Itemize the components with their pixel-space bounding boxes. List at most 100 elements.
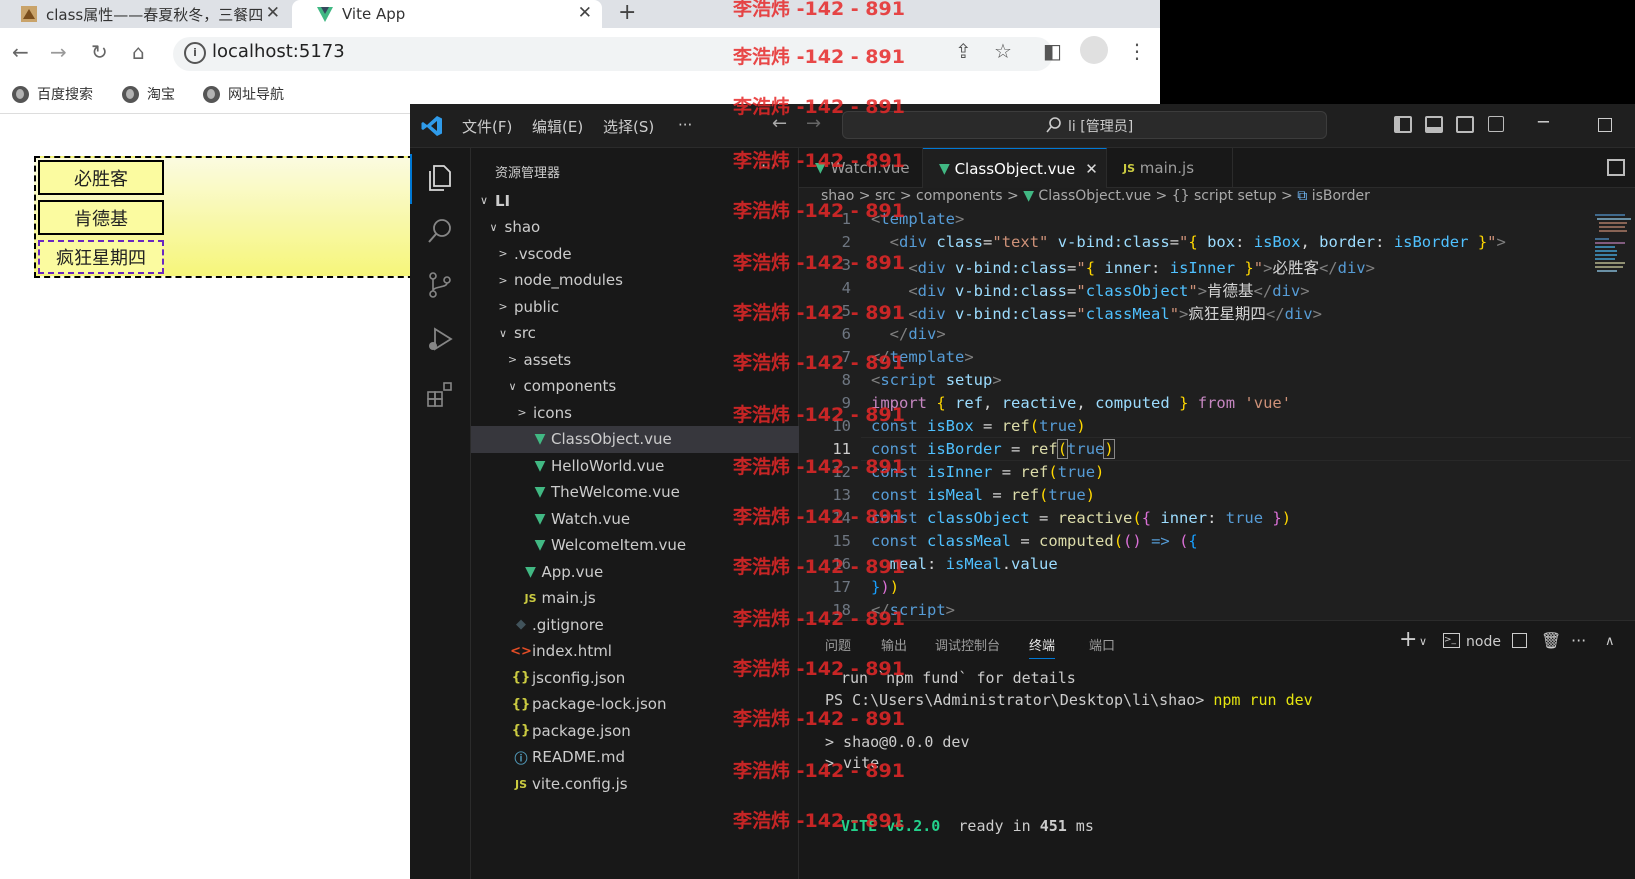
bookmark-taobao[interactable]: 淘宝 — [122, 84, 175, 104]
tab-close-icon[interactable]: ✕ — [266, 3, 280, 23]
split-terminal-icon[interactable] — [1512, 633, 1527, 648]
tree-item-label: main.js — [541, 589, 596, 607]
json-file-icon: {} — [511, 723, 531, 738]
more-actions-icon[interactable]: ··· — [1571, 631, 1586, 650]
tree-item-label: assets — [523, 350, 572, 369]
code-line: const classObject = reactive({ inner: tr… — [871, 509, 1292, 527]
minimize-icon[interactable]: ─ — [1538, 112, 1549, 133]
split-editor-icon[interactable] — [1607, 159, 1625, 176]
browser-menu-icon[interactable]: ⋮ — [1127, 39, 1147, 63]
side-panel-icon[interactable]: ◧ — [1043, 39, 1062, 63]
customize-layout-icon[interactable] — [1488, 116, 1504, 132]
toggle-secondary-sidebar-icon[interactable] — [1456, 116, 1474, 133]
globe-icon — [122, 85, 139, 103]
tree-item-label: package-lock.json — [532, 695, 667, 713]
bottom-panel: 问题 输出 调试控制台 终端 端口 + ∨ >_ node 🗑 ··· ∧ ru… — [799, 620, 1635, 879]
watermark-text: 李浩炜 -142 - 891 — [733, 608, 905, 630]
tree-item-label: TheWelcome.vue — [551, 483, 680, 501]
menu-edit[interactable]: 编辑(E) — [532, 116, 583, 137]
bookmark-baidu[interactable]: 百度搜索 — [12, 84, 93, 104]
search-icon — [1046, 117, 1061, 133]
code-line: const classMeal = computed(() => ({ — [871, 532, 1198, 550]
bookmark-nav[interactable]: 网址导航 — [203, 84, 284, 104]
editor-tab-classobject[interactable]: ▼ ClassObject.vue ✕ — [923, 148, 1107, 188]
run-debug-icon[interactable] — [425, 324, 455, 354]
vue-file-icon: ▼ — [534, 484, 546, 500]
tree-item-label: src — [514, 324, 536, 342]
toggle-sidebar-icon[interactable] — [1394, 116, 1412, 133]
extensions-icon[interactable] — [425, 380, 455, 410]
source-control-icon[interactable] — [425, 270, 455, 300]
panel-tab-debug-console[interactable]: 调试控制台 — [935, 635, 1000, 654]
code-line: <div v-bind:class="{ inner: isInner }">必… — [908, 259, 1375, 277]
chevron-right-icon: > — [517, 406, 527, 419]
terminal-shell-name[interactable]: node — [1466, 634, 1501, 650]
vite-favicon-icon — [316, 5, 334, 23]
search-text: li [管理员] — [1068, 119, 1134, 135]
watermark-text: 李浩炜 -142 - 891 — [733, 658, 905, 680]
tree-item-label: App.vue — [541, 562, 604, 581]
minimap[interactable] — [1595, 212, 1631, 282]
browser-tab-bar: class属性——春夏秋冬，三餐四 ✕ Vite App ✕ + — [0, 0, 1160, 28]
address-url[interactable]: localhost:5173 — [212, 41, 345, 62]
vue-file-icon: ▼ — [534, 510, 546, 527]
html-file-icon: <> — [510, 643, 532, 659]
maximize-panel-icon[interactable]: ∧ — [1605, 634, 1615, 649]
forward-icon[interactable]: → — [50, 40, 67, 64]
watermark-text: 李浩炜 -142 - 891 — [733, 506, 905, 528]
terminal-shell-icon: >_ — [1443, 633, 1460, 648]
profile-avatar[interactable] — [1080, 36, 1108, 64]
tree-item[interactable]: ▼ ClassObject.vue — [471, 425, 799, 453]
tree-item-label: WelcomeItem.vue — [551, 536, 687, 554]
chevron-down-icon[interactable]: ∨ — [1419, 635, 1427, 648]
vue-file-icon: ▼ — [534, 537, 546, 553]
site-info-icon[interactable]: i — [184, 42, 206, 64]
toggle-panel-icon[interactable] — [1425, 116, 1443, 133]
class-meal-div: 疯狂星期四 — [38, 240, 164, 274]
browser-tab-vite[interactable]: Vite App ✕ — [292, 0, 602, 28]
vue-file-icon: ▼ — [534, 457, 546, 474]
menu-selection[interactable]: 选择(S) — [603, 116, 654, 137]
breadcrumb-item[interactable]: isBorder — [1312, 188, 1370, 204]
code-line: </div> — [889, 325, 946, 343]
menu-more[interactable]: ··· — [678, 116, 692, 134]
panel-tab-terminal[interactable]: 终端 — [1029, 635, 1056, 659]
bookmark-star-icon[interactable]: ☆ — [994, 39, 1012, 63]
new-tab-icon[interactable]: + — [618, 0, 636, 26]
inner-div: 必胜客 — [38, 160, 164, 195]
reload-icon[interactable]: ↻ — [91, 40, 108, 64]
editor-tab-mainjs[interactable]: JS main.js — [1107, 148, 1233, 188]
activity-bar — [410, 148, 471, 879]
tree-item-label: shao — [504, 218, 541, 236]
code-line: <div class="text" v-bind:class="{ box: i… — [889, 233, 1506, 251]
panel-tab-ports[interactable]: 端口 — [1089, 635, 1115, 654]
breadcrumb-item[interactable]: ClassObject.vue — [1038, 188, 1151, 204]
tree-item[interactable]: ∨ components — [471, 373, 799, 400]
kill-terminal-icon[interactable]: 🗑 — [1541, 631, 1561, 650]
code-line: import { ref, reactive, computed } from … — [871, 394, 1292, 412]
chevron-down-icon: ∨ — [479, 194, 489, 207]
chevron-down-icon: ∨ — [498, 326, 508, 340]
close-tab-icon[interactable]: ✕ — [1085, 160, 1098, 178]
editor-tab-label: ClassObject.vue — [954, 159, 1076, 178]
new-terminal-icon[interactable]: + — [1399, 627, 1417, 652]
tree-item-label: vite.config.js — [532, 774, 628, 793]
breadcrumb-item[interactable]: {} script setup — [1172, 188, 1277, 204]
panel-tab-output[interactable]: 输出 — [881, 635, 907, 654]
menu-file[interactable]: 文件(F) — [462, 116, 512, 137]
share-icon[interactable]: ⇪ — [955, 39, 972, 63]
search-icon[interactable] — [425, 216, 455, 246]
breadcrumb-item[interactable]: components — [916, 188, 1003, 204]
home-icon[interactable]: ⌂ — [132, 40, 145, 64]
back-icon[interactable]: ← — [12, 40, 29, 64]
tab-close-icon[interactable]: ✕ — [578, 3, 592, 23]
panel-tab-problems[interactable]: 问题 — [825, 635, 851, 654]
maximize-icon[interactable] — [1598, 118, 1612, 132]
browser-tab-title: class属性——春夏秋冬，三餐四 — [46, 5, 264, 24]
explorer-icon[interactable] — [425, 162, 455, 192]
chevron-right-icon: > — [507, 353, 518, 366]
symbol-icon: ⧉ — [1297, 188, 1308, 204]
browser-tab-class[interactable]: class属性——春夏秋冬，三餐四 ✕ — [0, 0, 290, 28]
code-line: <div v-bind:class="classMeal">疯狂星期四</div… — [908, 305, 1322, 323]
code-editor[interactable]: 1 2 3 4 5 6 7 8 9 10 11 12 13 14 15 16 17 18 <template> <… — [799, 210, 1635, 620]
